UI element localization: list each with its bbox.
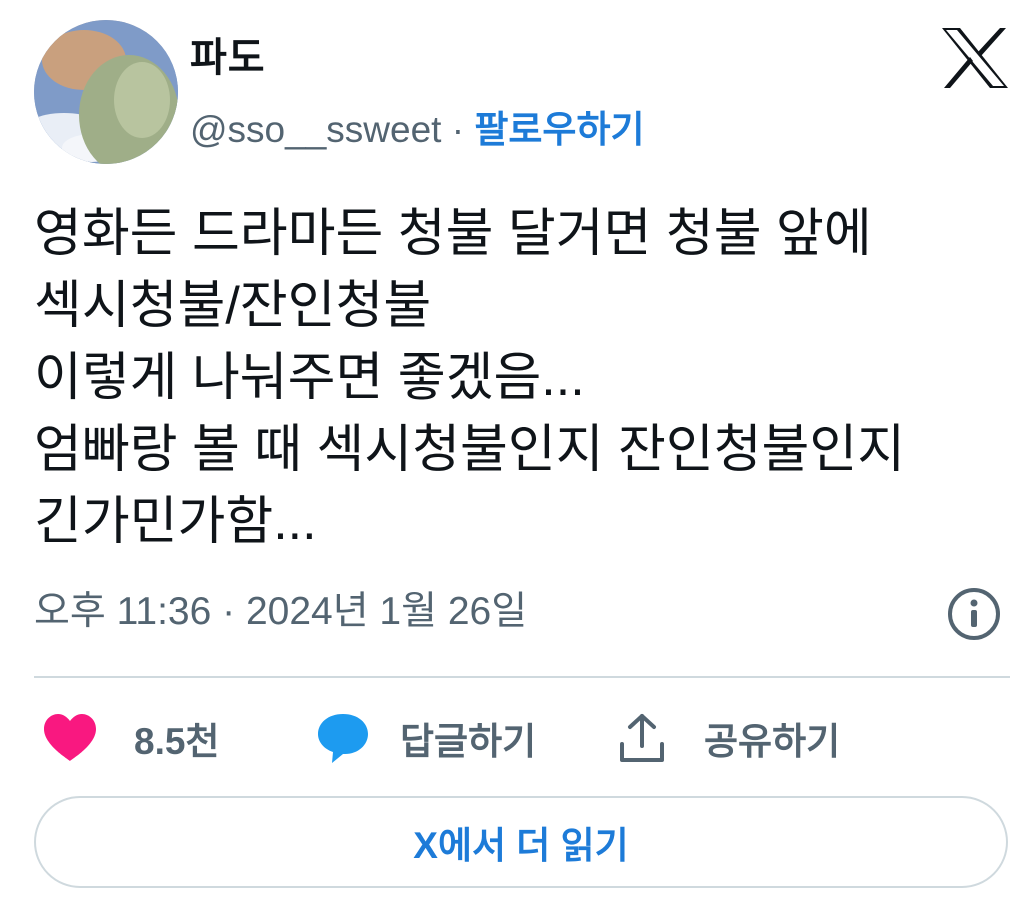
avatar-image (34, 20, 178, 164)
tweet-text-line: 영화든 드라마든 청불 달거면 청불 앞에 (34, 205, 872, 263)
info-icon[interactable] (946, 586, 1002, 642)
like-button[interactable]: 8.5천 (42, 708, 219, 768)
like-count: 8.5천 (134, 721, 220, 762)
follow-link[interactable]: 팔로우하기 (474, 109, 644, 150)
handle-row: @sso__ssweet · 팔로우하기 (190, 104, 645, 156)
user-handle[interactable]: @sso__ssweet (190, 109, 441, 150)
tweet-text-line: 이렇게 나눠주면 좋겠음... (34, 349, 585, 407)
tweet-text-line: 섹시청불/잔인청불 (34, 277, 432, 335)
heart-icon (44, 714, 96, 761)
share-button[interactable]: 공유하기 (618, 708, 840, 768)
tweet-text-line: 긴가민가함... (34, 493, 317, 551)
action-bar: 8.5천 답글하기 공유하기 (34, 708, 1010, 768)
share-label: 공유하기 (704, 721, 841, 762)
reply-label: 답글하기 (400, 721, 537, 762)
divider (34, 676, 1010, 678)
share-upload-icon (620, 714, 664, 762)
tweet-text-line: 엄빠랑 볼 때 섹시청불인지 잔인청불인지 (34, 421, 906, 479)
tweet-text: 영화든 드라마든 청불 달거면 청불 앞에 섹시청불/잔인청불 이렇게 나눠주면… (34, 198, 994, 558)
avatar[interactable] (34, 20, 178, 164)
reply-button[interactable]: 답글하기 (316, 708, 536, 768)
x-logo-icon[interactable] (942, 28, 1008, 88)
handle-separator: · (451, 109, 465, 150)
author-block: 파도 @sso__ssweet · 팔로우하기 (190, 32, 645, 156)
tweet-timestamp[interactable]: 오후 11:36 · 2024년 1월 26일 (34, 582, 527, 642)
display-name[interactable]: 파도 (190, 32, 645, 84)
speech-bubble-icon (318, 714, 368, 763)
read-more-on-x-button[interactable]: X에서 더 읽기 (34, 796, 1008, 888)
